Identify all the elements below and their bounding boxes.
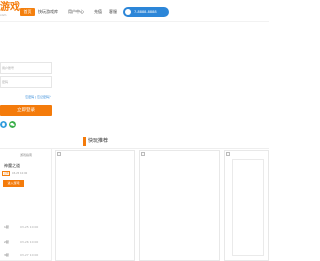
server-row-label: 1服 bbox=[4, 225, 9, 229]
thumbnail-frame bbox=[232, 159, 264, 256]
section-accent-bar bbox=[83, 137, 86, 146]
phone-icon bbox=[125, 9, 131, 15]
site-logo-subtext: com bbox=[0, 13, 7, 17]
enter-game-button[interactable]: 进入游戏 bbox=[3, 180, 24, 187]
game-thumbnail[interactable] bbox=[224, 150, 269, 261]
nav-service[interactable]: 客服 bbox=[109, 8, 117, 16]
top-navigation-bar: 游戏 com 首页 快玩游戏库 用户中心 充值 客服 7-8888-8888 bbox=[0, 0, 269, 22]
guide-card-header: 游戏指南 bbox=[20, 153, 33, 157]
broken-image-icon bbox=[141, 152, 145, 156]
password-placeholder: 密码 bbox=[2, 80, 9, 84]
status-badge: 公测 bbox=[2, 171, 10, 176]
tag-meta: 03-25 10:00 bbox=[12, 172, 28, 175]
server-row-value: 03-26 10:00 bbox=[20, 240, 39, 244]
nav-home[interactable]: 首页 bbox=[20, 8, 35, 16]
broken-image-icon bbox=[57, 152, 61, 156]
phone-number: 7-8888-8888 bbox=[134, 10, 157, 14]
qq-icon[interactable] bbox=[0, 121, 7, 128]
server-row-value: 03-27 10:00 bbox=[20, 253, 39, 257]
section-title: 快玩推荐 bbox=[88, 138, 109, 144]
nav-recharge[interactable]: 充值 bbox=[94, 8, 102, 16]
password-field[interactable]: 密码 bbox=[0, 76, 52, 88]
nav-user-center[interactable]: 用户中心 bbox=[68, 8, 84, 16]
game-thumbnail[interactable] bbox=[139, 150, 220, 261]
login-panel: 用户账号 密码 忘密码 | 忘记密码？ 立即登录 bbox=[0, 62, 52, 120]
forgot-password-link[interactable]: 忘密码 | 忘记密码？ bbox=[25, 95, 52, 99]
account-placeholder: 用户账号 bbox=[2, 66, 15, 70]
wechat-icon[interactable] bbox=[9, 121, 16, 128]
server-row-label: 3服 bbox=[4, 253, 9, 257]
broken-image-icon bbox=[226, 152, 230, 156]
phone-badge: 7-8888-8888 bbox=[123, 7, 169, 17]
login-button[interactable]: 立即登录 bbox=[0, 105, 52, 116]
site-logo[interactable]: 游戏 bbox=[0, 3, 20, 13]
server-row-value: 03-25 10:00 bbox=[20, 225, 39, 229]
game-thumbnail[interactable] bbox=[55, 150, 135, 261]
account-field[interactable]: 用户账号 bbox=[0, 62, 52, 74]
game-guide-card: 游戏指南 神魔之道 公测 03-25 10:00 进入游戏 1服 03-25 1… bbox=[0, 148, 52, 261]
server-row-label: 2服 bbox=[4, 240, 9, 244]
section-divider bbox=[52, 148, 269, 149]
nav-fast-recommend[interactable]: 快玩游戏库 bbox=[38, 8, 58, 16]
game-name[interactable]: 神魔之道 bbox=[4, 163, 20, 169]
